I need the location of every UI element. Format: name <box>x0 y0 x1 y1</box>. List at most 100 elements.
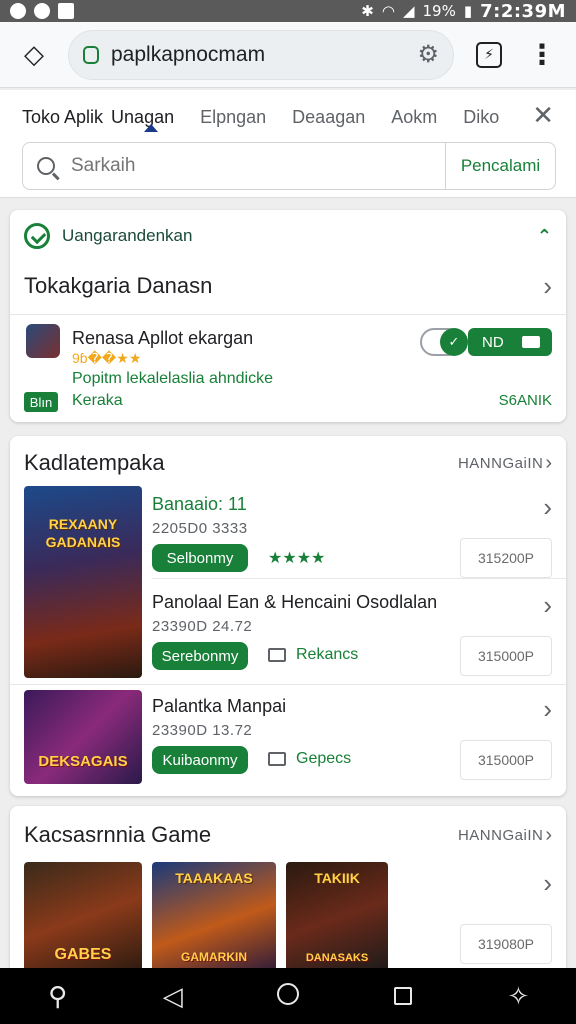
tab-elpngan[interactable]: Elpngan <box>200 107 266 128</box>
address-bar[interactable]: paplkapnocmam ⚙ <box>68 29 454 80</box>
divider <box>10 684 566 685</box>
updates-banner-text: Uangarandenkan <box>62 226 193 245</box>
games-more-link[interactable]: HANNGaiIN <box>458 827 543 844</box>
app-icon[interactable] <box>26 324 60 358</box>
rating-stars: ★★★★ <box>268 550 326 567</box>
game-cover-title: REXAANY <box>48 516 118 532</box>
game-item[interactable]: Panolaal Ean & Hencaini Osodlalan 23390D… <box>10 584 566 688</box>
category-tabs: Toko Aplik Unagan Elpngan Deaagan Aokm D… <box>22 102 562 132</box>
games-header: Kacsasrnnia Game HANNGaiIN › <box>24 822 552 848</box>
search-icon <box>37 157 55 175</box>
tab-switcher-icon: ⚡ <box>484 46 494 62</box>
game-cover-subtitle: GADANAIS <box>45 534 121 550</box>
game-tag: Rekancs <box>268 646 358 664</box>
games-section: Kacsasrnnia Game HANNGaiIN › GABES TAAAK… <box>10 806 566 976</box>
secure-lock-icon[interactable] <box>83 45 99 64</box>
game-rating: ★★★★ <box>268 548 325 568</box>
home-button[interactable] <box>263 981 313 1012</box>
game-install-button[interactable]: Selbonmy <box>152 544 248 572</box>
url-text[interactable]: paplkapnocmam <box>111 43 417 67</box>
status-bar: ✱ ◠ ◢ 19% ▮ 7:2:39M <box>0 0 576 22</box>
update-nd-label: ND <box>482 333 504 351</box>
featured-section: Kadlatempaka HANNGaiIN › REXAANY GADANAI… <box>10 436 566 796</box>
accessibility-icon[interactable]: ⚲ <box>33 981 83 1012</box>
check-circle-icon <box>24 223 50 249</box>
game-name[interactable]: Panolaal Ean & Hencaini Osodlalan <box>152 592 437 613</box>
update-link[interactable]: Keraka <box>72 392 123 410</box>
game-price[interactable]: 319080P <box>460 924 552 964</box>
game-price[interactable]: 315000P <box>460 636 552 676</box>
chevron-right-icon: › <box>543 270 552 301</box>
close-icon[interactable]: ✕ <box>532 100 554 131</box>
download-icon <box>522 336 540 348</box>
game-name[interactable]: Banaaio: 11 <box>152 494 247 515</box>
game-tile-subtitle: GAMARKIN <box>181 950 247 964</box>
screenshot-icon[interactable]: ✧ <box>493 981 543 1012</box>
game-item[interactable]: DEKSAGAIS Palantka Manpai 23390D 13.72 K… <box>10 688 566 792</box>
chevron-right-icon[interactable]: › <box>543 590 552 621</box>
battery-icon: ▮ <box>463 2 473 20</box>
toggle-knob-icon[interactable]: ✓ <box>440 328 468 356</box>
featured-more-link[interactable]: HANNGaiIN <box>458 455 543 472</box>
update-size: S6ANIK <box>498 392 552 409</box>
featured-title: Kadlatempaka <box>24 450 165 475</box>
game-tag: Gepecs <box>268 750 351 768</box>
wifi-icon: ◠ <box>381 2 395 20</box>
search-input[interactable] <box>71 155 445 177</box>
battery-level: 19% <box>422 2 456 20</box>
tab-diko[interactable]: Diko <box>463 107 499 128</box>
game-name[interactable]: Palantka Manpai <box>152 696 286 717</box>
chevron-right-icon[interactable]: › <box>545 452 552 475</box>
update-nd-button[interactable]: ND <box>468 328 552 356</box>
game-meta: 23390D 13.72 <box>152 722 253 739</box>
active-tab-indicator <box>144 124 158 132</box>
overflow-menu-icon[interactable]: ⋮ <box>528 40 556 69</box>
game-meta: 2205D0 3333 <box>152 520 248 537</box>
game-tile[interactable]: TAKIIK DANASAKS <box>286 862 388 974</box>
tab-store[interactable]: Toko Aplik <box>22 107 103 128</box>
tab-updates[interactable]: Unagan <box>111 107 174 128</box>
chevron-up-icon[interactable]: ⌃ <box>537 226 552 247</box>
tab-aokm[interactable]: Aokm <box>391 107 437 128</box>
update-app-description: Popitm lekalelaslia ahndicke <box>72 370 273 387</box>
game-price[interactable]: 315000P <box>460 740 552 780</box>
signal-icon: ◢ <box>402 2 415 20</box>
back-icon[interactable]: ◁ <box>148 981 198 1012</box>
updates-heading-row[interactable]: Tokakgaria Danasn › <box>24 268 552 304</box>
chevron-right-icon[interactable]: › <box>543 868 552 899</box>
bag-icon <box>268 752 286 766</box>
game-tile-title: TAKIIK <box>314 870 360 886</box>
chevron-right-icon[interactable]: › <box>543 492 552 523</box>
game-price[interactable]: 315200P <box>460 538 552 578</box>
home-diamond-icon[interactable]: ◇ <box>14 35 54 75</box>
gear-icon[interactable]: ⚙ <box>417 40 439 69</box>
game-tile[interactable]: GABES <box>24 862 142 974</box>
app-notification-icon <box>34 3 50 19</box>
featured-header: Kadlatempaka HANNGaiIN › <box>24 450 552 476</box>
recents-button[interactable] <box>378 981 428 1012</box>
updates-banner[interactable]: Uangarandenkan ⌃ <box>24 222 552 250</box>
game-meta: 23390D 24.72 <box>152 618 253 635</box>
update-app-name[interactable]: Renasa Apllot ekargan <box>72 328 253 349</box>
divider <box>152 578 566 579</box>
chart-icon <box>268 648 286 662</box>
updates-heading: Tokakgaria Danasn <box>24 273 213 298</box>
chevron-right-icon[interactable]: › <box>545 824 552 847</box>
recents-square-icon <box>394 986 413 1005</box>
search-button[interactable]: Pencalami <box>445 143 555 189</box>
tab-switcher-button[interactable]: ⚡ <box>476 41 502 68</box>
rating-stars: 9ɓ��★★ <box>72 350 142 366</box>
game-tag-label: Gepecs <box>296 750 352 767</box>
system-nav-bar: ⚲ ◁ ✧ <box>0 968 576 1024</box>
tab-deaagan[interactable]: Deaagan <box>292 107 365 128</box>
app-badge: Blın <box>24 392 58 412</box>
updates-card: Uangarandenkan ⌃ Tokakgaria Danasn › Ren… <box>10 210 566 422</box>
game-tile[interactable]: TAAAKAAS GAMARKIN <box>152 862 276 974</box>
divider <box>10 314 566 315</box>
game-install-button[interactable]: Kuibaonmy <box>152 746 248 774</box>
bluetooth-icon: ✱ <box>361 2 374 20</box>
chevron-right-icon[interactable]: › <box>543 694 552 725</box>
browser-toolbar: ◇ paplkapnocmam ⚙ ⚡ ⋮ <box>0 22 576 88</box>
game-cover-image[interactable]: DEKSAGAIS <box>24 690 142 784</box>
game-install-button[interactable]: Serebonmy <box>152 642 248 670</box>
